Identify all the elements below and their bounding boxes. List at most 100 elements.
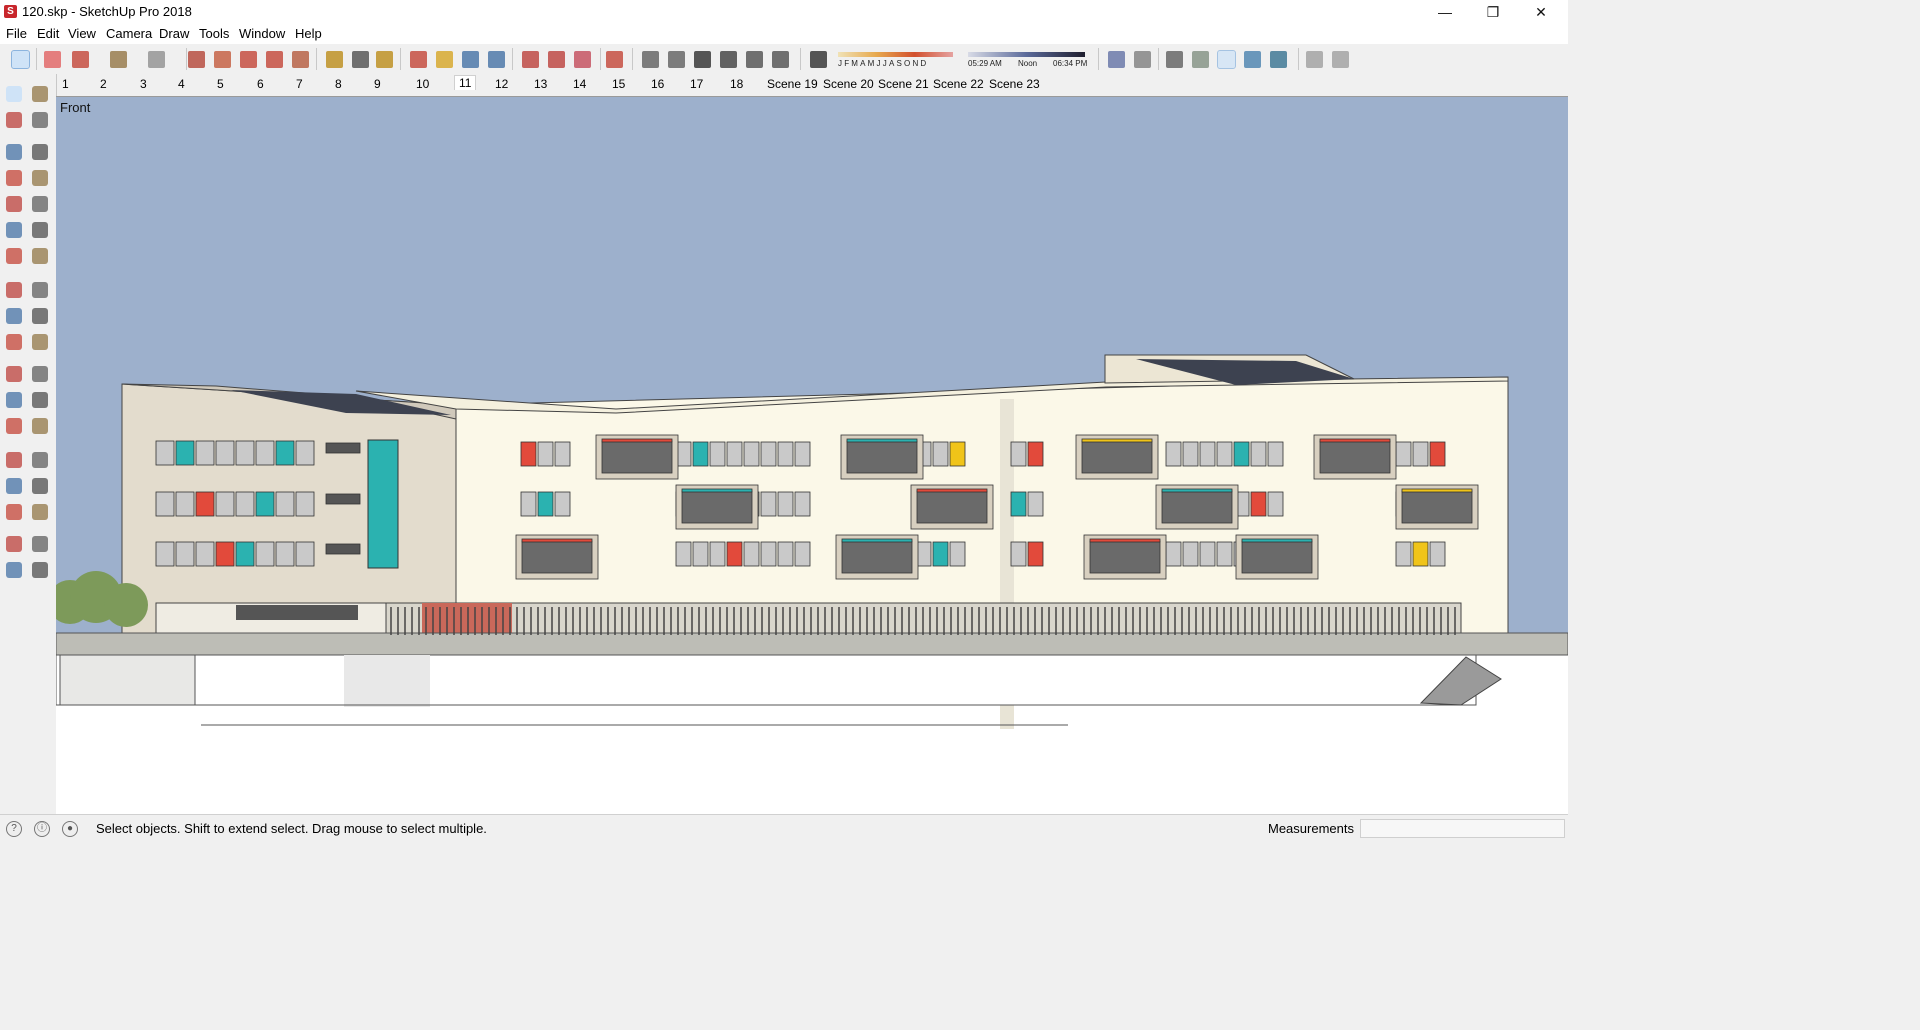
protractor-icon[interactable]	[6, 392, 22, 408]
text-tool-icon[interactable]	[32, 392, 48, 408]
pencil-icon[interactable]	[72, 51, 89, 68]
drawing-viewport[interactable]: Front	[56, 96, 1568, 815]
wireframe-icon[interactable]	[1134, 51, 1151, 68]
shaded-icon[interactable]	[1192, 51, 1209, 68]
follow-me-icon[interactable]	[214, 51, 231, 68]
rotate-icon[interactable]	[266, 51, 283, 68]
menu-help[interactable]: Help	[295, 26, 322, 41]
scene-tab[interactable]: 15	[612, 77, 625, 91]
scene-tab[interactable]: 6	[257, 77, 264, 91]
scene-tab[interactable]: 13	[534, 77, 547, 91]
eraser-tool-icon[interactable]	[32, 112, 48, 128]
select-icon[interactable]	[11, 50, 30, 69]
paint-icon[interactable]	[148, 51, 165, 68]
restore-button[interactable]: ❐	[1470, 0, 1516, 24]
text-icon[interactable]	[352, 51, 369, 68]
scene-tab[interactable]: Scene 21	[878, 77, 929, 91]
tape-measure-icon[interactable]	[6, 366, 22, 382]
close-button[interactable]: ✕	[1518, 0, 1564, 24]
orbit-icon[interactable]	[410, 51, 427, 68]
menu-window[interactable]: Window	[239, 26, 285, 41]
position-camera-icon[interactable]	[32, 562, 48, 578]
scene-tab[interactable]: 9	[374, 77, 381, 91]
menu-edit[interactable]: Edit	[37, 26, 59, 41]
ruby-icon[interactable]	[606, 51, 623, 68]
iso-view-icon[interactable]	[642, 51, 659, 68]
rectangle-tool-icon[interactable]	[6, 170, 22, 186]
shadow-date-slider[interactable]	[838, 52, 953, 57]
user-account-icon[interactable]: ●	[62, 821, 78, 837]
dimension-tool-icon[interactable]	[32, 366, 48, 382]
menu-tools[interactable]: Tools	[199, 26, 229, 41]
left-view-icon[interactable]	[772, 51, 789, 68]
scene-tab[interactable]: 1	[62, 77, 69, 91]
share-icon[interactable]	[574, 51, 591, 68]
zoom-tool-icon[interactable]	[6, 478, 22, 494]
textured-icon[interactable]	[1217, 50, 1236, 69]
shadow-time-slider[interactable]	[968, 52, 1085, 57]
scale-icon[interactable]	[292, 51, 309, 68]
zoom-icon[interactable]	[462, 51, 479, 68]
shadow-toggle-icon[interactable]	[810, 51, 827, 68]
push-pull-icon[interactable]	[188, 51, 205, 68]
scene-tab[interactable]: 5	[217, 77, 224, 91]
select-tool-icon[interactable]	[6, 86, 22, 102]
right-view-icon[interactable]	[720, 51, 737, 68]
hidden-line-icon[interactable]	[1166, 51, 1183, 68]
geo-location-icon[interactable]: ?	[6, 821, 22, 837]
follow-me-tool-icon[interactable]	[32, 308, 48, 324]
scene-tab[interactable]: 3	[140, 77, 147, 91]
menu-file[interactable]: File	[6, 26, 27, 41]
section-plane-tool-icon[interactable]	[6, 562, 22, 578]
scene-tab[interactable]: 11	[454, 75, 477, 90]
scene-tab[interactable]: 4	[178, 77, 185, 91]
section-display-icon[interactable]	[1306, 51, 1323, 68]
scene-tab[interactable]: Scene 22	[933, 77, 984, 91]
top-view-icon[interactable]	[668, 51, 685, 68]
scene-tab[interactable]: 12	[495, 77, 508, 91]
previous-view-icon[interactable]	[32, 504, 48, 520]
scene-tab[interactable]: 17	[690, 77, 703, 91]
move-tool-icon[interactable]	[6, 282, 22, 298]
scene-tab[interactable]: 8	[335, 77, 342, 91]
warehouse-icon[interactable]	[522, 51, 539, 68]
front-view-icon[interactable]	[694, 51, 711, 68]
axes-tool-icon[interactable]	[6, 418, 22, 434]
polygon-tool-icon[interactable]	[32, 196, 48, 212]
extension-icon[interactable]	[548, 51, 565, 68]
scene-tab[interactable]: 16	[651, 77, 664, 91]
pan-tool-icon[interactable]	[32, 452, 48, 468]
pan-icon[interactable]	[436, 51, 453, 68]
walk-tool-icon[interactable]	[6, 536, 22, 552]
scene-tab[interactable]: Scene 20	[823, 77, 874, 91]
eraser-icon[interactable]	[44, 51, 61, 68]
3d-text-icon[interactable]	[32, 418, 48, 434]
menu-draw[interactable]: Draw	[159, 26, 189, 41]
scene-tab[interactable]: 7	[296, 77, 303, 91]
scene-tab[interactable]: 14	[573, 77, 586, 91]
minimize-button[interactable]: —	[1422, 0, 1468, 24]
menu-camera[interactable]: Camera	[106, 26, 152, 41]
scene-tab[interactable]: Scene 19	[767, 77, 818, 91]
arc-tool-icon[interactable]	[6, 222, 22, 238]
zoom-window-icon[interactable]	[32, 478, 48, 494]
line-tool-icon[interactable]	[6, 144, 22, 160]
menu-view[interactable]: View	[68, 26, 96, 41]
monochrome-icon[interactable]	[1244, 51, 1261, 68]
scene-tab[interactable]: Scene 23	[989, 77, 1040, 91]
scene-tab[interactable]: 18	[730, 77, 743, 91]
scene-tab[interactable]: 2	[100, 77, 107, 91]
two-point-arc-icon[interactable]	[32, 222, 48, 238]
rotated-rect-tool-icon[interactable]	[32, 170, 48, 186]
scale-tool-icon[interactable]	[6, 334, 22, 350]
freehand-tool-icon[interactable]	[32, 144, 48, 160]
building-model[interactable]	[56, 97, 1568, 815]
orbit-tool-icon[interactable]	[6, 452, 22, 468]
look-around-icon[interactable]	[32, 536, 48, 552]
pie-tool-icon[interactable]	[32, 248, 48, 264]
offset-tool-icon[interactable]	[32, 334, 48, 350]
credits-icon[interactable]: ⓘ	[34, 821, 50, 837]
scene-tab[interactable]: 10	[416, 77, 429, 91]
section-plane-icon[interactable]	[1270, 51, 1287, 68]
push-pull-tool-icon[interactable]	[32, 282, 48, 298]
